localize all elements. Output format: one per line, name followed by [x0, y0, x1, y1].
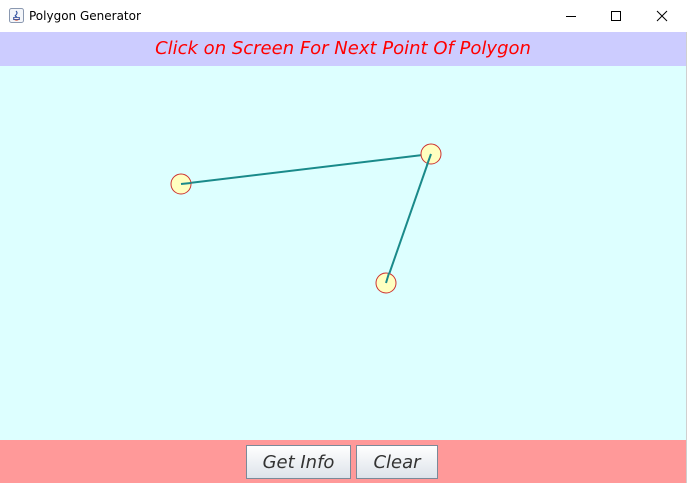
- instruction-text: Click on Screen For Next Point Of Polygo…: [155, 38, 531, 59]
- polygon-drawing: [170, 143, 442, 294]
- minimize-button[interactable]: [548, 0, 594, 32]
- minimize-icon: [565, 7, 577, 26]
- polygon-edge-stub: [180, 182, 192, 185]
- java-icon: [9, 8, 24, 23]
- clear-button[interactable]: Clear: [356, 445, 438, 479]
- polygon-edge: [385, 153, 432, 284]
- polygon-edge: [180, 153, 432, 185]
- instruction-banner: Click on Screen For Next Point Of Polygo…: [0, 32, 686, 66]
- close-button[interactable]: [639, 0, 685, 32]
- app-window: Polygon Generator Click on Screen For Ne…: [0, 0, 687, 483]
- get-info-button[interactable]: Get Info: [246, 445, 351, 479]
- close-icon: [656, 7, 668, 26]
- maximize-icon: [610, 7, 622, 26]
- title-bar[interactable]: Polygon Generator: [0, 0, 687, 32]
- drawing-canvas[interactable]: [0, 66, 686, 440]
- window-title: Polygon Generator: [29, 9, 141, 23]
- maximize-button[interactable]: [593, 0, 639, 32]
- button-bar: Get Info Clear: [0, 440, 686, 483]
